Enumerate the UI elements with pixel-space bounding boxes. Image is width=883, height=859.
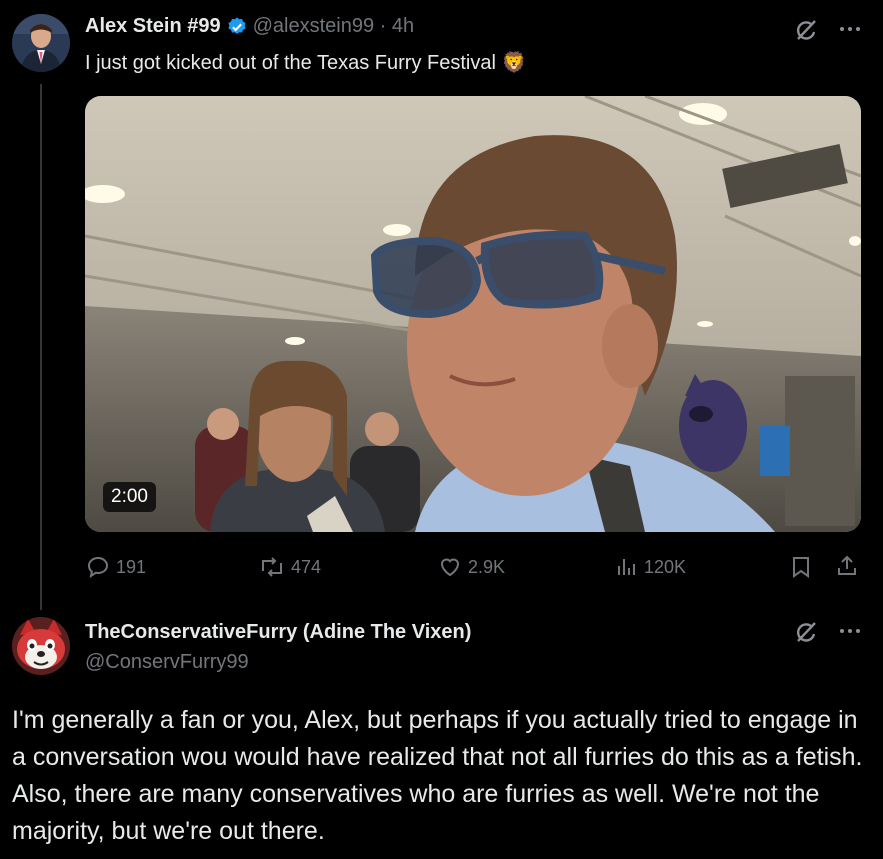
- author-name[interactable]: Alex Stein #99: [85, 15, 221, 38]
- like-count: 2.9K: [468, 556, 506, 577]
- avatar[interactable]: [12, 14, 70, 72]
- bookmark-icon: [793, 557, 809, 578]
- like-button[interactable]: 2.9K: [438, 555, 505, 579]
- reply-avatar[interactable]: [12, 617, 70, 675]
- video-thumbnail: [85, 96, 861, 532]
- more-icon[interactable]: [838, 22, 862, 41]
- reply-icon: [87, 556, 109, 579]
- repost-icon: [262, 557, 282, 577]
- verified-badge-icon: [226, 16, 248, 38]
- reply-button[interactable]: 191: [86, 555, 146, 579]
- grok-icon[interactable]: [793, 619, 819, 650]
- views-button[interactable]: 120K: [614, 555, 686, 579]
- view-count: 120K: [644, 556, 687, 577]
- reply-text: I'm generally a fan or you, Alex, but pe…: [12, 706, 863, 845]
- tweet-text: I just got kicked out of the Texas Furry…: [85, 52, 527, 74]
- repost-button[interactable]: 474: [259, 555, 321, 579]
- more-icon[interactable]: [838, 624, 862, 643]
- video-duration: 2:00: [103, 482, 156, 512]
- share-icon: [838, 555, 856, 575]
- reply-author-name[interactable]: TheConservativeFurry (Adine The Vixen): [85, 621, 471, 644]
- views-icon: [618, 559, 635, 575]
- grok-icon[interactable]: [793, 17, 819, 48]
- bookmark-button[interactable]: [790, 555, 812, 584]
- like-icon: [440, 558, 460, 577]
- repost-count: 474: [291, 556, 322, 577]
- thread-connector: [40, 84, 42, 610]
- reply-author-handle[interactable]: @ConservFurry99: [85, 651, 249, 674]
- video-player[interactable]: [85, 96, 861, 532]
- share-button[interactable]: [835, 554, 859, 583]
- reply-count: 191: [116, 556, 147, 577]
- author-handle-time[interactable]: @alexstein99 · 4h: [253, 15, 415, 38]
